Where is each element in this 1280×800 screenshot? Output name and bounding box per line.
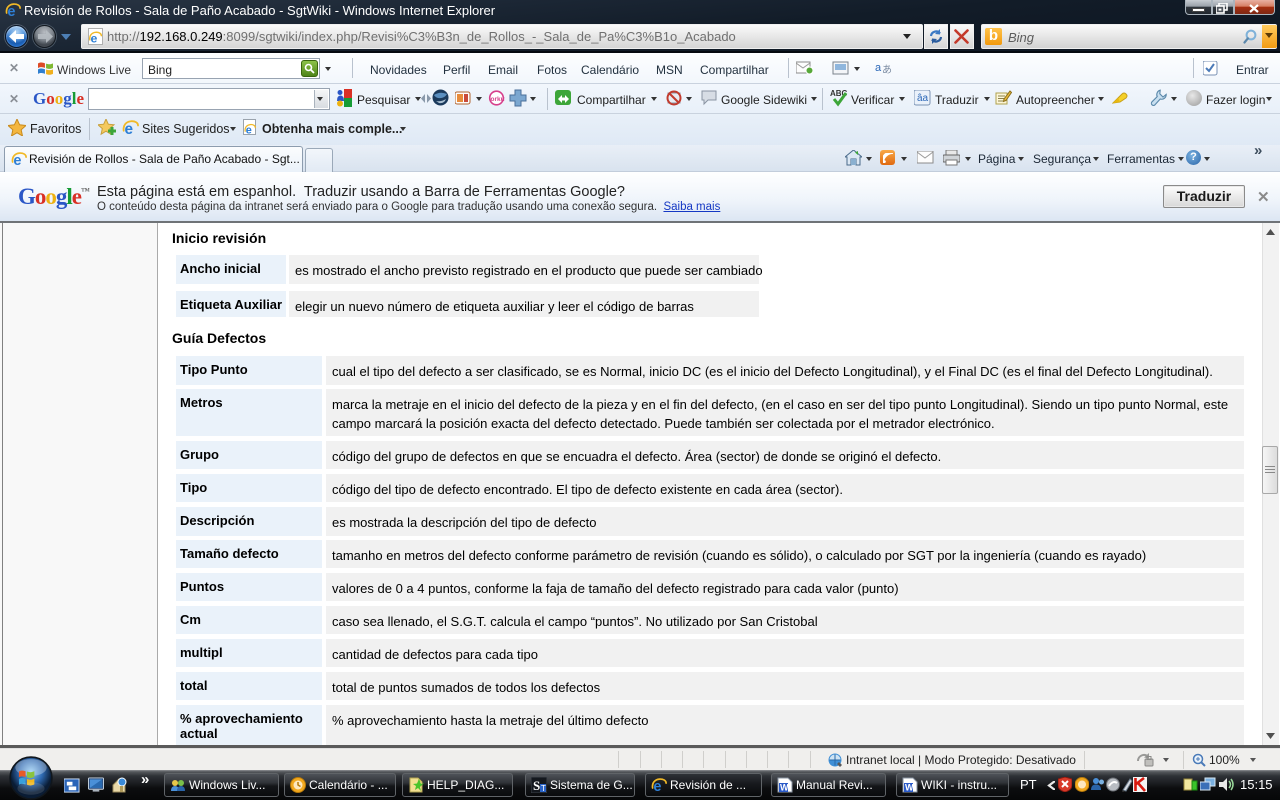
svg-text:a: a (875, 62, 882, 74)
svg-text:T: T (541, 784, 546, 793)
svg-text:orkut: orkut (491, 96, 506, 103)
svg-text:âa: âa (917, 93, 929, 104)
svg-text:W: W (905, 783, 914, 793)
svg-text:W: W (780, 783, 789, 793)
svg-text:S: S (533, 778, 540, 793)
svg-text:あ: あ (882, 64, 892, 75)
